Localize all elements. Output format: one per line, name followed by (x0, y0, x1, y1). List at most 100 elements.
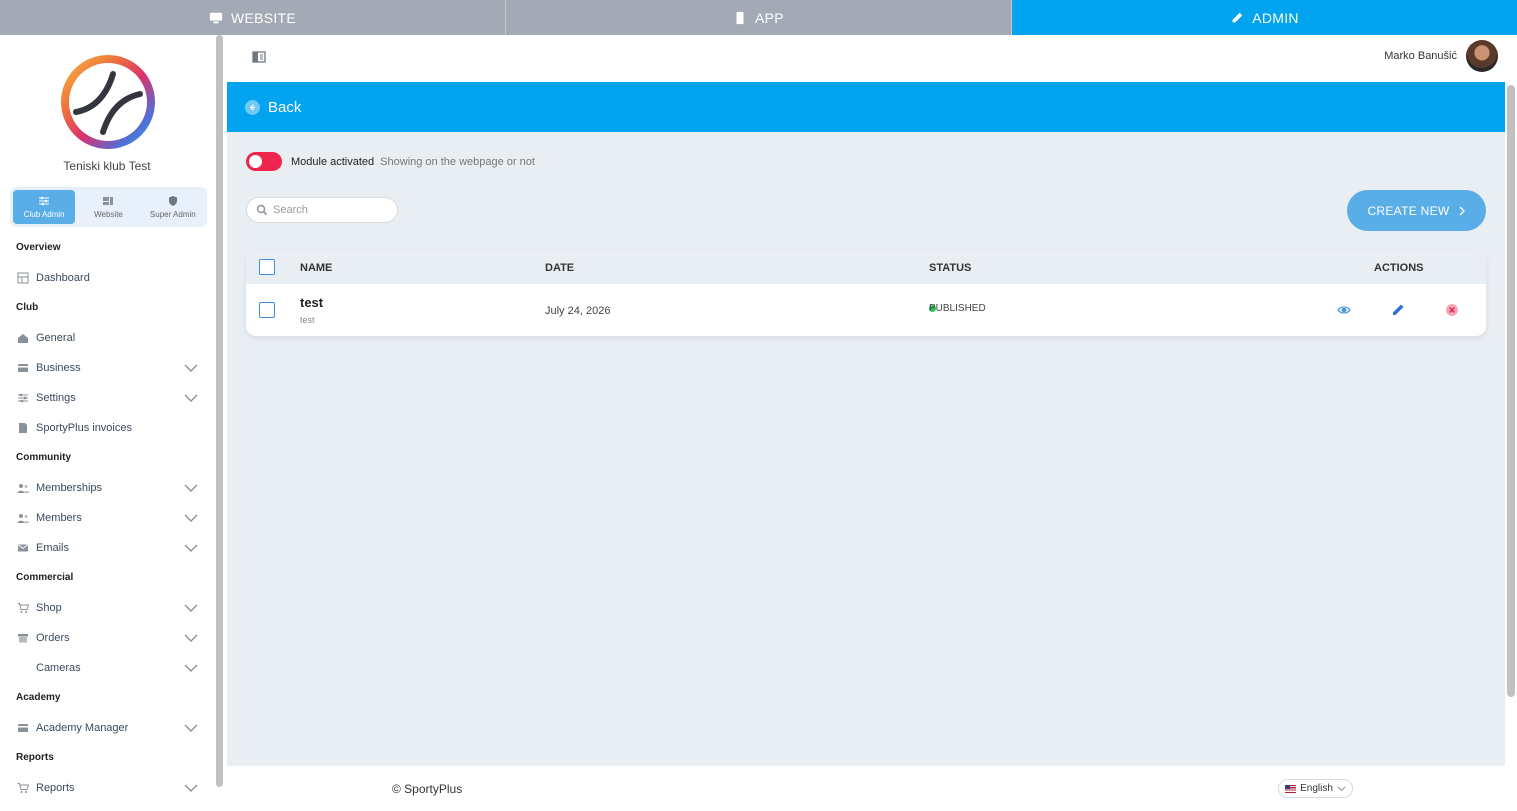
sidebar-item-label: Academy Manager (36, 722, 129, 734)
row-checkbox[interactable] (259, 302, 275, 318)
table-row[interactable]: test test July 24, 2026 PUBLISHED (246, 284, 1486, 336)
back-button[interactable]: Back (227, 82, 1505, 132)
sidebar-item-label: General (36, 332, 76, 344)
column-header-name[interactable]: NAME (300, 262, 332, 274)
club-name: Teniski klub Test (63, 159, 151, 173)
role-super-admin[interactable]: Super Admin (142, 190, 204, 224)
sidebar-item-settings[interactable]: Settings (0, 383, 214, 413)
avatar[interactable] (1466, 40, 1498, 72)
select-all-checkbox[interactable] (259, 259, 275, 275)
chevron-down-icon[interactable] (184, 362, 198, 374)
sidebar-item-general[interactable]: General (0, 323, 214, 353)
sidebar-nav: Overview Dashboard Club General Business… (0, 233, 214, 803)
sidebar-item-label: Orders (36, 632, 70, 644)
status-badge: PUBLISHED (929, 303, 986, 314)
mode-bar: WEBSITE APP ADMIN (0, 0, 1517, 35)
cart-icon (16, 781, 30, 795)
users-icon (16, 481, 30, 495)
arrow-left-icon (245, 99, 260, 115)
sidebar: Teniski klub Test Club Admin Website Sup… (0, 35, 227, 811)
language-selector[interactable]: English (1278, 779, 1353, 798)
sidebar-item-label: Reports (36, 782, 75, 794)
us-flag-icon (1285, 784, 1297, 793)
sidebar-item-orders[interactable]: Orders (0, 623, 214, 653)
search-box (246, 197, 398, 223)
sidebar-item-label: Cameras (36, 662, 81, 674)
sidebar-item-invoices[interactable]: SportyPlus invoices (0, 413, 214, 443)
sidebar-item-members[interactable]: Members (0, 503, 214, 533)
chevron-down-icon[interactable] (184, 392, 198, 404)
section-club: Club (16, 302, 39, 313)
chevron-down-icon[interactable] (184, 512, 198, 524)
document-icon (16, 421, 30, 435)
row-date: July 24, 2026 (545, 305, 611, 317)
chevron-down-icon (1337, 786, 1346, 791)
sidebar-item-label: SportyPlus invoices (36, 422, 132, 434)
section-commercial: Commercial (16, 572, 74, 583)
pen-icon (1232, 12, 1243, 22)
chevron-down-icon[interactable] (184, 782, 198, 794)
footer: © SportyPlus English (227, 766, 1517, 811)
section-reports: Reports (16, 752, 54, 763)
sidebar-item-cameras[interactable]: Cameras (0, 653, 214, 683)
layout-icon (103, 197, 114, 205)
create-new-button[interactable]: CREATE NEW (1347, 190, 1486, 231)
sliders-icon (16, 391, 30, 405)
header: Marko Banušić (227, 35, 1517, 82)
cart-icon (16, 601, 30, 615)
sidebar-item-memberships[interactable]: Memberships (0, 473, 214, 503)
delete-icon[interactable] (1445, 303, 1459, 317)
role-club-admin[interactable]: Club Admin (13, 190, 76, 224)
module-activation: Module activated Showing on the webpage … (246, 152, 535, 171)
chevron-right-icon (1459, 206, 1465, 215)
chevron-down-icon[interactable] (184, 542, 198, 554)
role-switcher: Club Admin Website Super Admin (10, 187, 207, 227)
chevron-down-icon[interactable] (184, 722, 198, 734)
main-content: Back Module activated Showing on the web… (227, 82, 1505, 766)
sidebar-toggle-icon[interactable] (252, 51, 266, 63)
sidebar-item-shop[interactable]: Shop (0, 593, 214, 623)
module-toggle[interactable] (246, 152, 282, 171)
tab-app-label: APP (755, 9, 784, 26)
sidebar-item-reports[interactable]: Reports (0, 773, 214, 803)
shield-icon (168, 196, 177, 206)
tab-admin[interactable]: ADMIN (1012, 0, 1517, 35)
column-header-date[interactable]: DATE (545, 262, 574, 274)
module-label: Module activated (291, 155, 375, 168)
user-name[interactable]: Marko Banušić (1384, 50, 1457, 62)
mail-icon (16, 541, 30, 555)
section-overview: Overview (16, 242, 61, 253)
sidebar-item-academy-manager[interactable]: Academy Manager (0, 713, 214, 743)
chevron-down-icon[interactable] (184, 662, 198, 674)
chevron-down-icon[interactable] (184, 482, 198, 494)
copyright: © SportyPlus (392, 782, 463, 796)
chevron-down-icon[interactable] (184, 632, 198, 644)
sidebar-item-label: Members (36, 512, 82, 524)
home-icon (16, 331, 30, 345)
table-header: NAME DATE STATUS ACTIONS (246, 250, 1486, 284)
main-scrollbar[interactable] (1507, 85, 1515, 697)
search-input[interactable] (273, 204, 388, 216)
users-icon (16, 511, 30, 525)
items-table: NAME DATE STATUS ACTIONS test test July … (246, 250, 1486, 336)
card-icon (16, 361, 30, 375)
edit-icon[interactable] (1391, 303, 1405, 317)
tab-website[interactable]: WEBSITE (0, 0, 506, 35)
sidebar-scrollbar[interactable] (216, 35, 223, 787)
sidebar-item-label: Shop (36, 602, 62, 614)
sidebar-item-dashboard[interactable]: Dashboard (0, 263, 214, 293)
module-description: Showing on the webpage or not (380, 155, 535, 168)
row-subtitle: test (300, 315, 315, 325)
section-community: Community (16, 452, 71, 463)
card-icon (16, 721, 30, 735)
sidebar-item-emails[interactable]: Emails (0, 533, 214, 563)
column-header-actions: ACTIONS (1374, 262, 1424, 274)
sidebar-item-business[interactable]: Business (0, 353, 214, 383)
tab-app[interactable]: APP (506, 0, 1012, 35)
role-website[interactable]: Website (77, 190, 139, 224)
chevron-down-icon[interactable] (184, 602, 198, 614)
eye-icon[interactable] (1337, 303, 1351, 317)
toggle-knob (249, 155, 262, 168)
row-name[interactable]: test (300, 295, 323, 310)
column-header-status[interactable]: STATUS (929, 262, 971, 274)
